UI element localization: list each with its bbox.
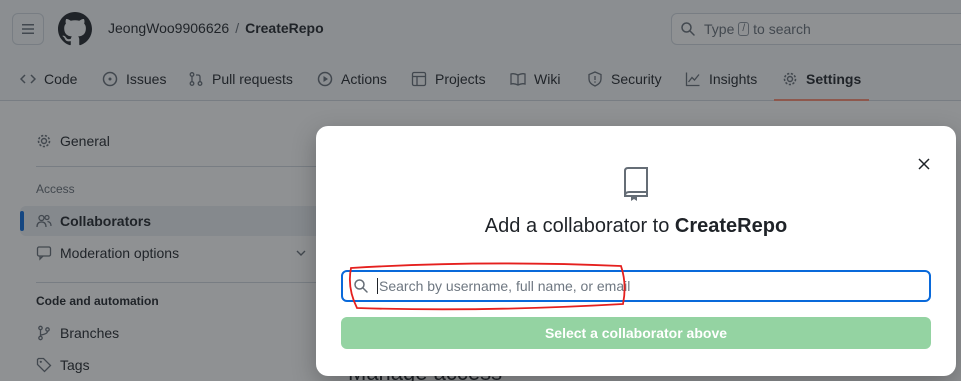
select-collaborator-button[interactable]: Select a collaborator above: [341, 317, 931, 349]
repo-icon: [624, 167, 648, 201]
dialog-title-prefix: Add a collaborator to: [484, 215, 670, 237]
close-icon: [918, 158, 930, 170]
collaborator-search-placeholder: Search by username, full name, or email: [379, 278, 631, 294]
dialog-title-repo: CreateRepo: [674, 215, 788, 237]
text-caret: [377, 278, 378, 294]
close-button[interactable]: [914, 154, 934, 174]
add-collaborator-dialog: Add a collaborator to CreateRepo Search …: [316, 126, 956, 376]
search-icon: [354, 279, 368, 293]
collaborator-search-input[interactable]: Search by username, full name, or email: [341, 270, 931, 302]
dialog-title: Add a collaborator to CreateRepo: [316, 215, 956, 238]
